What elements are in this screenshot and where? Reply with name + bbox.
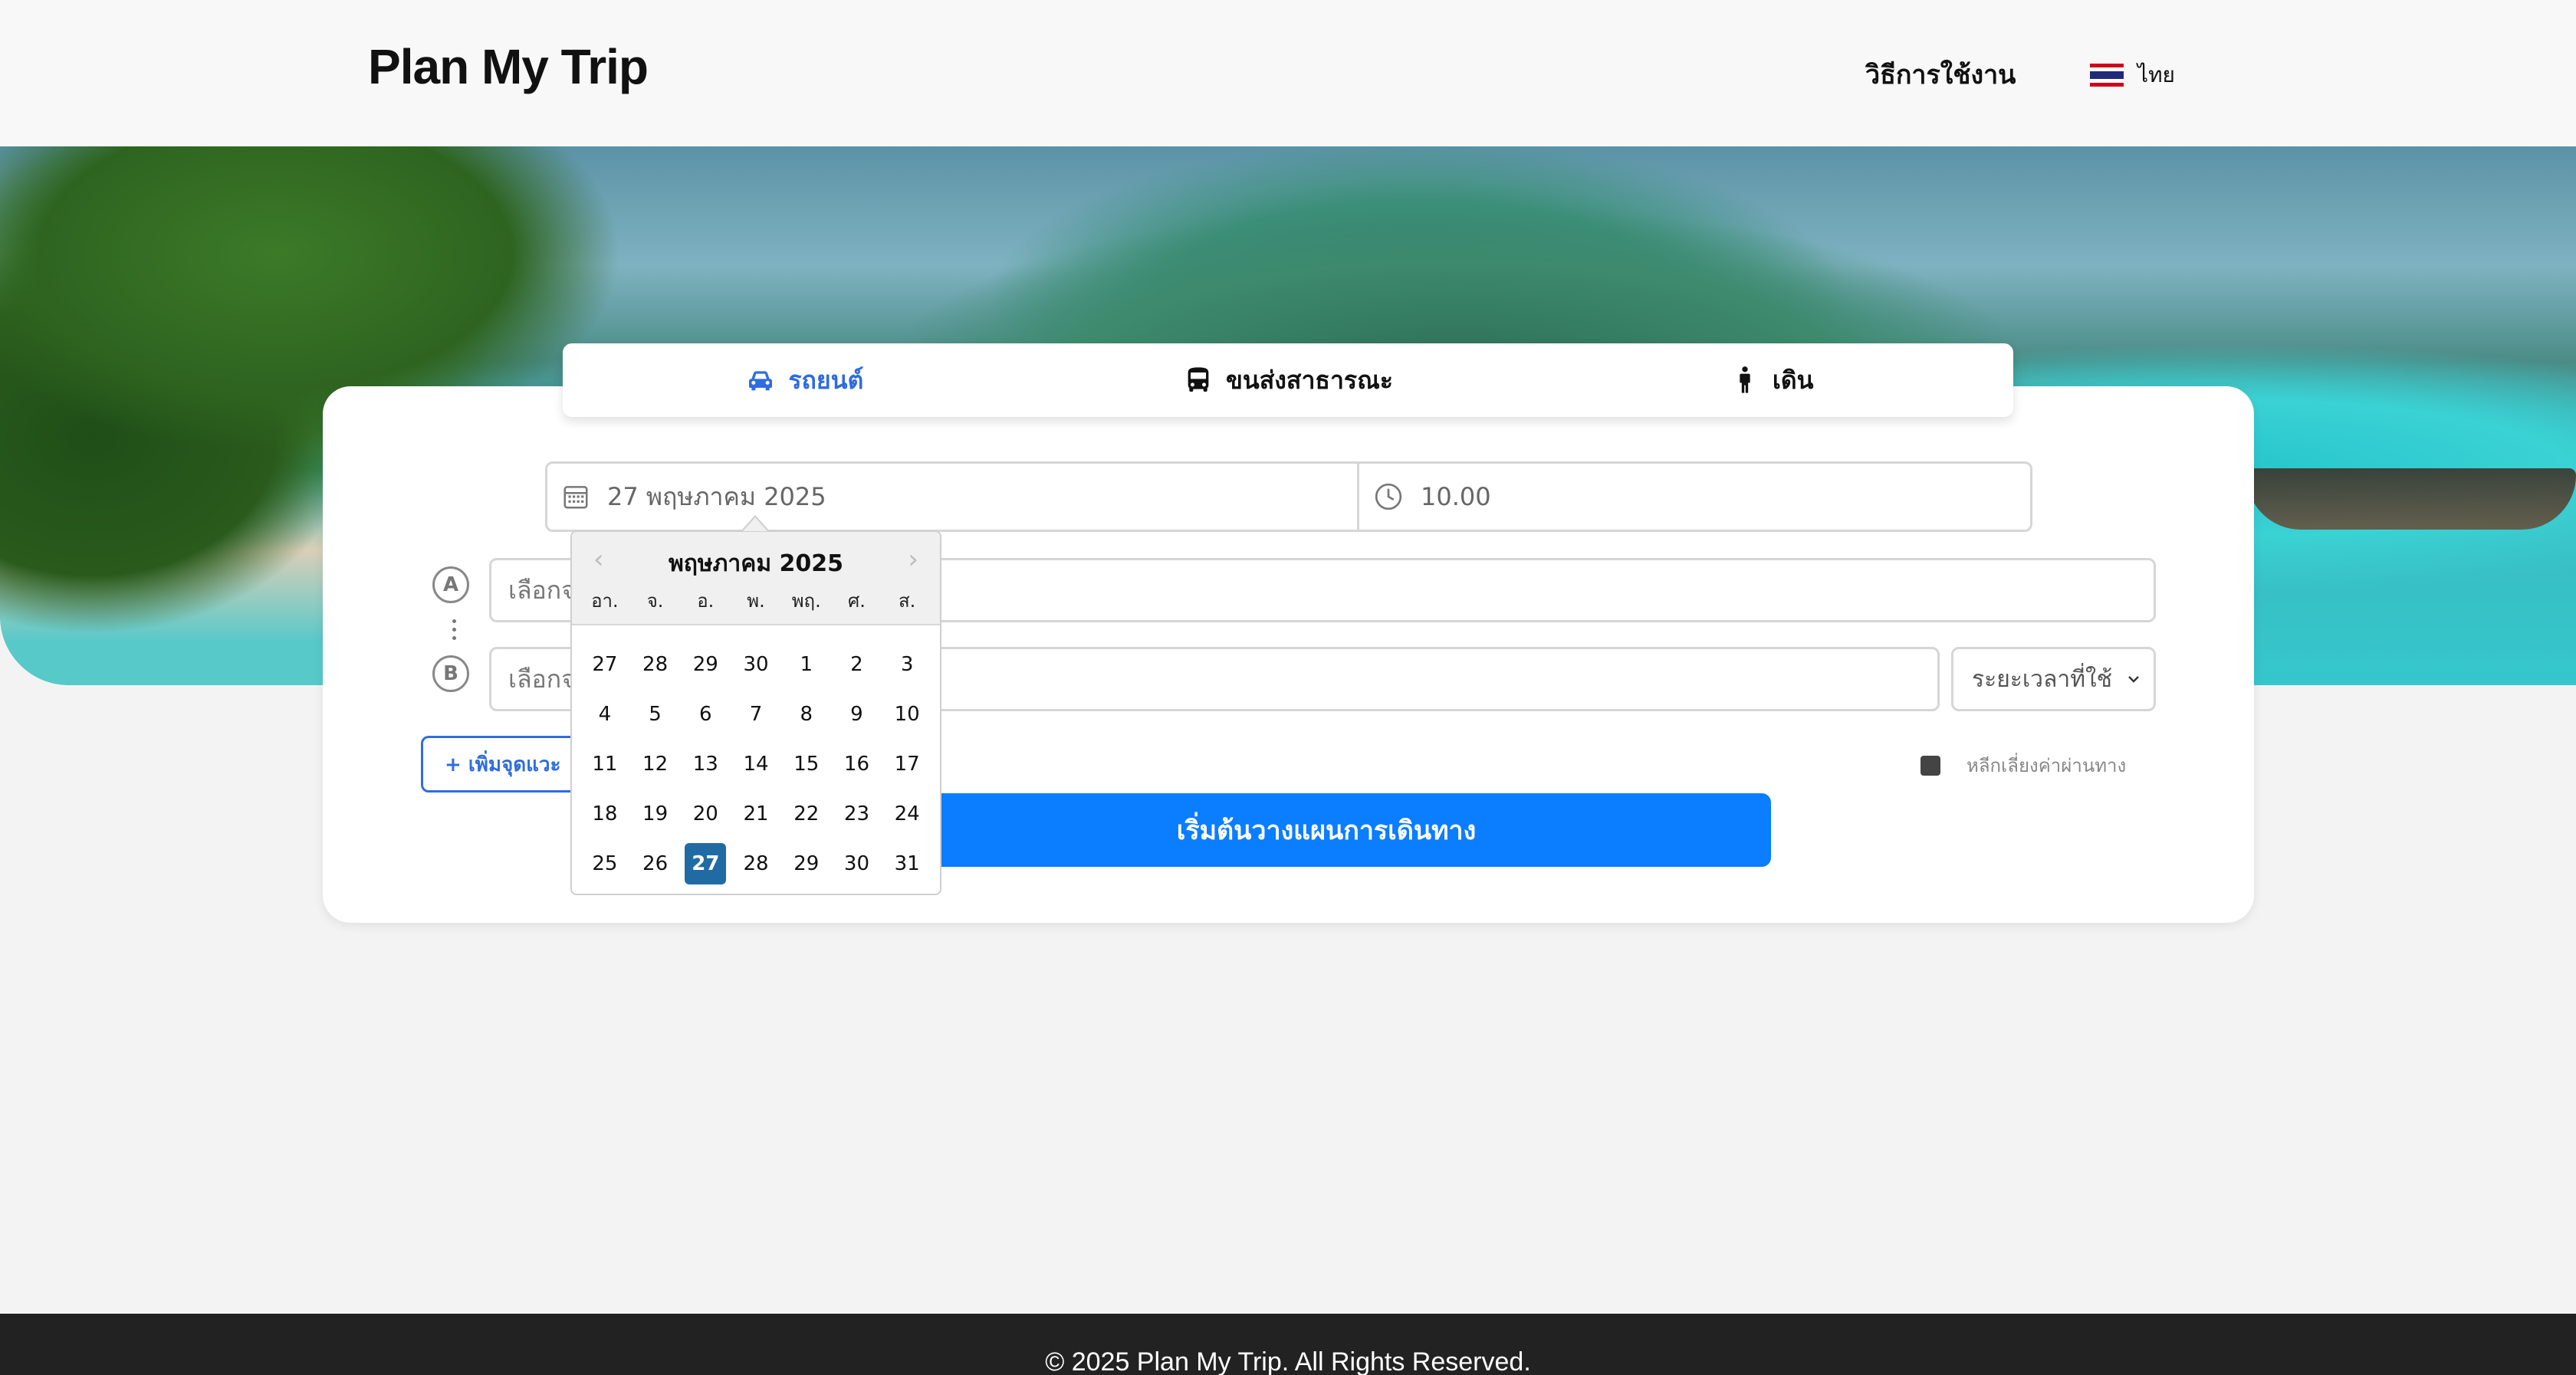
add-stop-button[interactable]: + เพิ่มจุดแวะ bbox=[421, 736, 574, 793]
start-planning-button[interactable]: เริ่มต้นวางแผนการเดินทาง bbox=[882, 793, 1771, 867]
calendar-day[interactable]: 3 bbox=[882, 639, 932, 689]
weekday-label: พ. bbox=[747, 590, 765, 612]
bus-icon bbox=[1188, 367, 1209, 392]
calendar-week: 11 12 13 14 15 16 17 bbox=[580, 739, 932, 789]
calendar-day-selected[interactable]: 27 bbox=[680, 838, 731, 888]
tab-public-transport-label: ขนส่งสาธารณะ bbox=[1226, 365, 1393, 395]
chevron-down-icon bbox=[2128, 676, 2139, 683]
tab-public-transport[interactable]: ขนส่งสาธารณะ bbox=[1046, 343, 1530, 417]
calendar-header: ‹ พฤษภาคม 2025 › อา. จ. อ. พ. พฤ. ศ. ส. bbox=[572, 532, 940, 625]
language-label: ไทย bbox=[2137, 62, 2175, 87]
calendar-day[interactable]: 17 bbox=[882, 739, 932, 789]
weekday-label: จ. bbox=[646, 590, 664, 612]
next-month-icon[interactable]: › bbox=[908, 544, 918, 575]
duration-select-label: ระยะเวลาที่ใช้ bbox=[1972, 665, 2113, 693]
how-to-use-link[interactable]: วิธีการใช้งาน bbox=[1865, 54, 2016, 95]
hero-boat-image bbox=[2246, 468, 2576, 530]
time-picker-input[interactable]: 10.00 bbox=[1359, 461, 2032, 532]
calendar-day[interactable]: 16 bbox=[832, 739, 882, 789]
site-logo[interactable]: Plan My Trip bbox=[368, 38, 649, 95]
origin-marker: A bbox=[432, 566, 469, 603]
route-dots-icon bbox=[452, 619, 456, 645]
time-value: 10.00 bbox=[1421, 482, 1491, 511]
calendar-week: 4 5 6 7 8 9 10 bbox=[580, 689, 932, 739]
calendar-week: 18 19 20 21 22 23 24 bbox=[580, 789, 932, 838]
travel-mode-tabs: รถยนต์ ขนส่งสาธารณะ เดิน bbox=[563, 343, 2013, 417]
calendar-day[interactable]: 25 bbox=[580, 838, 630, 888]
calendar-day[interactable]: 9 bbox=[832, 689, 882, 739]
copyright-text: © 2025 Plan My Trip. All Rights Reserved… bbox=[1045, 1347, 1531, 1375]
duration-select[interactable]: ระยะเวลาที่ใช้ bbox=[1951, 647, 2156, 711]
calendar-week: 25 26 27 28 29 30 31 bbox=[580, 838, 932, 888]
avoid-tolls-option[interactable]: หลีกเลี่ยงค่าผ่านทาง bbox=[1921, 750, 2126, 780]
weekday-label: ส. bbox=[899, 590, 916, 612]
clock-icon bbox=[1375, 483, 1402, 510]
weekday-label: ศ. bbox=[848, 590, 866, 612]
tab-walk-label: เดิน bbox=[1772, 365, 1814, 395]
calendar-day[interactable]: 30 bbox=[731, 639, 781, 689]
calendar-day[interactable]: 6 bbox=[680, 689, 731, 739]
destination-marker: B bbox=[432, 655, 469, 692]
calendar-day[interactable]: 14 bbox=[731, 739, 781, 789]
calendar-day[interactable]: 22 bbox=[781, 789, 832, 838]
calendar-day[interactable]: 5 bbox=[630, 689, 681, 739]
tab-walk[interactable]: เดิน bbox=[1530, 343, 2013, 417]
calendar-day[interactable]: 18 bbox=[580, 789, 630, 838]
calendar-day[interactable]: 19 bbox=[630, 789, 681, 838]
thai-flag-icon bbox=[2090, 64, 2124, 87]
tab-car[interactable]: รถยนต์ bbox=[563, 343, 1046, 417]
calendar-caret-inner bbox=[743, 517, 767, 531]
calendar-week: 27 28 29 30 1 2 3 bbox=[580, 639, 932, 689]
calendar-day[interactable]: 29 bbox=[680, 639, 731, 689]
calendar-day[interactable]: 27 bbox=[580, 639, 630, 689]
calendar-day[interactable]: 23 bbox=[832, 789, 882, 838]
language-selector[interactable]: ไทย bbox=[2090, 58, 2175, 92]
calendar-weekdays: อา. จ. อ. พ. พฤ. ศ. ส. bbox=[580, 586, 932, 615]
calendar-day[interactable]: 1 bbox=[781, 639, 832, 689]
calendar-grid: 27 28 29 30 1 2 3 4 5 6 7 8 9 10 11 12 1… bbox=[580, 639, 932, 888]
weekday-label: อา. bbox=[591, 590, 619, 612]
calendar-day[interactable]: 8 bbox=[781, 689, 832, 739]
calendar-day[interactable]: 29 bbox=[781, 838, 832, 888]
car-icon bbox=[749, 371, 773, 391]
date-picker-calendar: ‹ พฤษภาคม 2025 › อา. จ. อ. พ. พฤ. ศ. ส. … bbox=[570, 530, 941, 895]
calendar-day[interactable]: 31 bbox=[882, 838, 932, 888]
site-header: Plan My Trip วิธีการใช้งาน ไทย bbox=[0, 0, 2576, 146]
avoid-tolls-label: หลีกเลี่ยงค่าผ่านทาง bbox=[1967, 755, 2127, 776]
calendar-day[interactable]: 15 bbox=[781, 739, 832, 789]
walking-person-icon bbox=[1740, 366, 1750, 393]
date-picker-input[interactable]: 27 พฤษภาคม 2025 bbox=[545, 461, 1359, 532]
weekday-label: อ. bbox=[697, 590, 715, 612]
date-value: 27 พฤษภาคม 2025 bbox=[607, 481, 826, 511]
calendar-day[interactable]: 26 bbox=[630, 838, 681, 888]
tab-car-label: รถยนต์ bbox=[788, 365, 864, 395]
calendar-day[interactable]: 24 bbox=[882, 789, 932, 838]
site-footer: © 2025 Plan My Trip. All Rights Reserved… bbox=[0, 1314, 2576, 1375]
calendar-day[interactable]: 2 bbox=[832, 639, 882, 689]
calendar-day[interactable]: 12 bbox=[630, 739, 681, 789]
calendar-day[interactable]: 11 bbox=[580, 739, 630, 789]
calendar-month-label: พฤษภาคม 2025 bbox=[668, 550, 844, 577]
calendar-icon bbox=[564, 486, 588, 509]
weekday-label: พฤ. bbox=[791, 590, 821, 612]
calendar-day[interactable]: 10 bbox=[882, 689, 932, 739]
calendar-day[interactable]: 20 bbox=[680, 789, 731, 838]
calendar-day[interactable]: 4 bbox=[580, 689, 630, 739]
calendar-day[interactable]: 28 bbox=[731, 838, 781, 888]
avoid-tolls-checkbox[interactable] bbox=[1921, 755, 1940, 776]
calendar-day[interactable]: 28 bbox=[630, 639, 681, 689]
calendar-day[interactable]: 21 bbox=[731, 789, 781, 838]
calendar-day[interactable]: 7 bbox=[731, 689, 781, 739]
calendar-day[interactable]: 30 bbox=[832, 838, 882, 888]
calendar-day[interactable]: 13 bbox=[680, 739, 731, 789]
